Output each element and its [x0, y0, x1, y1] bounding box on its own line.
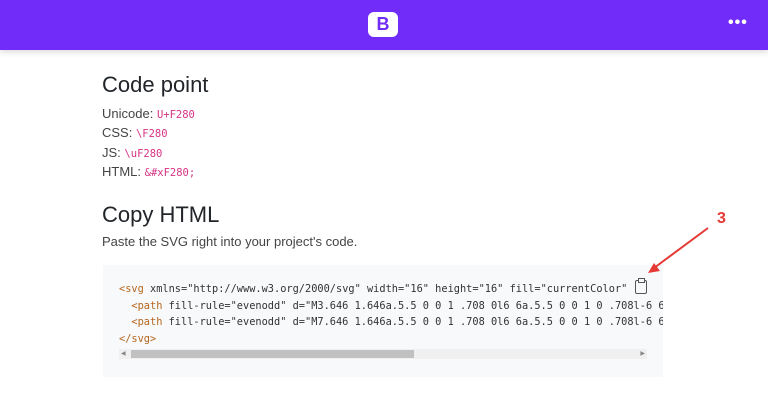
annotation-arrow [648, 227, 709, 273]
annotation-label: 3 [717, 210, 726, 227]
